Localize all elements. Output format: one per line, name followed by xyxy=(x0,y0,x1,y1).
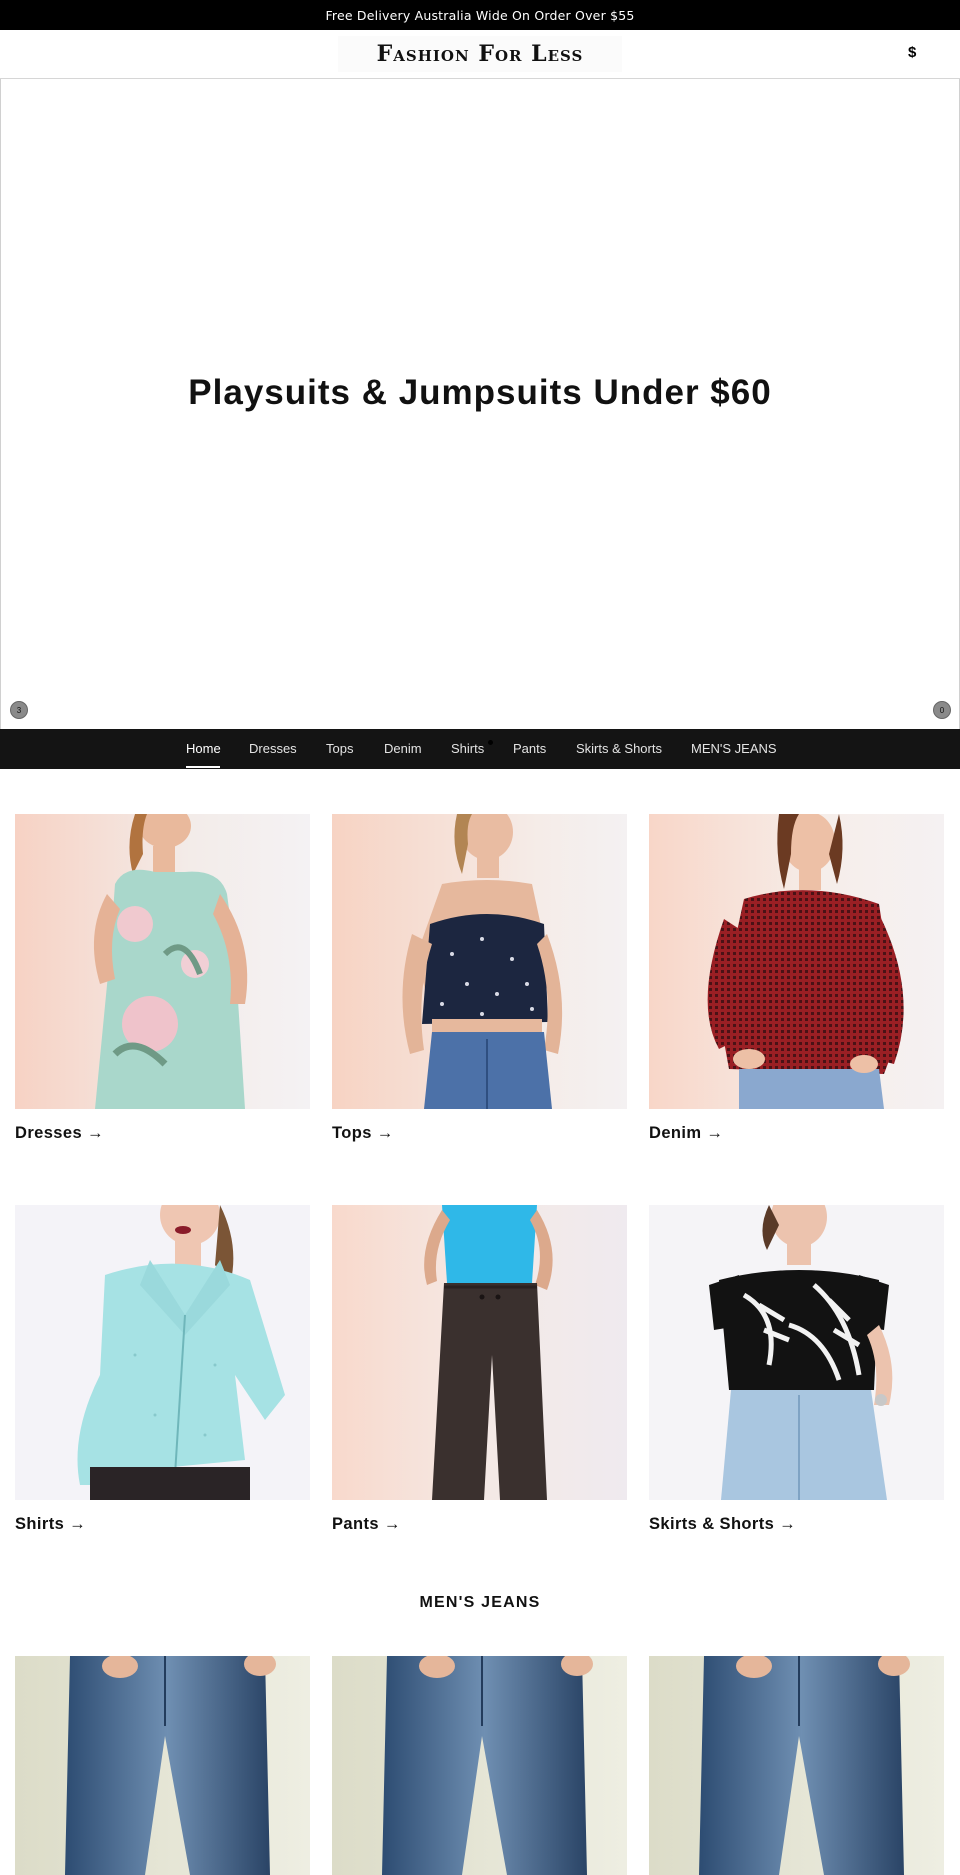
site-logo[interactable]: Fashion For Less xyxy=(338,36,622,72)
model-in-navy-polka-dot-crop-top-image xyxy=(332,814,627,1109)
nav-item-shirts[interactable]: Shirts xyxy=(451,741,484,756)
slide-prev-label: 3 xyxy=(16,705,22,715)
collection-card-pants[interactable]: Pants → xyxy=(332,1205,627,1533)
collection-label-dresses: Dresses → xyxy=(15,1124,104,1142)
mens-jeans-product-3[interactable] xyxy=(649,1656,944,1875)
main-navigation: Home Dresses Tops Denim Shirts Pants Ski… xyxy=(0,729,960,769)
mens-blue-jeans-image xyxy=(332,1656,627,1875)
collection-image-dresses xyxy=(15,814,310,1109)
collection-image-tops xyxy=(332,814,627,1109)
collection-image-skirts-shorts xyxy=(649,1205,944,1500)
collection-card-shirts[interactable]: Shirts → xyxy=(15,1205,310,1533)
hero-slideshow: Playsuits & Jumpsuits Under $60 3 0 xyxy=(0,79,960,729)
collection-label-skirts-shorts: Skirts & Shorts → xyxy=(649,1515,797,1533)
hero-title: Playsuits & Jumpsuits Under $60 xyxy=(188,373,772,412)
slide-next-button[interactable]: 0 xyxy=(933,701,951,719)
nav-item-mens-jeans[interactable]: MEN'S JEANS xyxy=(691,741,777,756)
collection-card-skirts-shorts[interactable]: Skirts & Shorts → xyxy=(649,1205,944,1533)
currency-selector[interactable]: $ xyxy=(908,44,916,61)
model-in-palm-print-top-and-denim-skirt-image xyxy=(649,1205,944,1500)
collection-card-tops[interactable]: Tops → xyxy=(332,814,627,1142)
collection-image-denim xyxy=(649,814,944,1109)
nav-item-home[interactable]: Home xyxy=(186,741,221,756)
announcement-text: Free Delivery Australia Wide On Order Ov… xyxy=(325,7,635,23)
nav-item-pants[interactable]: Pants xyxy=(513,741,546,756)
model-in-mint-floral-wrap-dress-image xyxy=(15,814,310,1109)
slide-next-label: 0 xyxy=(939,705,945,715)
mens-blue-jeans-image xyxy=(649,1656,944,1875)
nav-dot xyxy=(488,740,493,745)
nav-item-skirts-shorts[interactable]: Skirts & Shorts xyxy=(576,741,662,756)
collection-label-pants: Pants → xyxy=(332,1515,401,1533)
site-header: Fashion For Less $ xyxy=(0,30,960,79)
nav-item-tops[interactable]: Tops xyxy=(326,741,353,756)
mens-blue-jeans-image xyxy=(15,1656,310,1875)
collection-card-denim[interactable]: Denim → xyxy=(649,814,944,1142)
collection-label-shirts: Shirts → xyxy=(15,1515,87,1533)
slide-prev-button[interactable]: 3 xyxy=(10,701,28,719)
model-in-red-gingham-shirt-image xyxy=(649,814,944,1109)
mens-jeans-product-2[interactable] xyxy=(332,1656,627,1875)
nav-active-indicator xyxy=(186,766,220,768)
announcement-bar: Free Delivery Australia Wide On Order Ov… xyxy=(0,0,960,30)
model-in-dark-wide-leg-pants-image xyxy=(332,1205,627,1500)
collection-image-shirts xyxy=(15,1205,310,1500)
nav-item-dresses[interactable]: Dresses xyxy=(249,741,297,756)
collection-card-dresses[interactable]: Dresses → xyxy=(15,814,310,1142)
mens-jeans-product-1[interactable] xyxy=(15,1656,310,1875)
collection-label-tops: Tops → xyxy=(332,1124,394,1142)
logo-text: Fashion For Less xyxy=(376,41,584,67)
currency-symbol: $ xyxy=(908,44,917,61)
nav-item-denim[interactable]: Denim xyxy=(384,741,422,756)
collection-label-denim: Denim → xyxy=(649,1124,724,1142)
mens-jeans-section-title: MEN'S JEANS xyxy=(419,1594,541,1611)
collection-image-pants xyxy=(332,1205,627,1500)
model-in-aqua-button-shirt-image xyxy=(15,1205,310,1500)
